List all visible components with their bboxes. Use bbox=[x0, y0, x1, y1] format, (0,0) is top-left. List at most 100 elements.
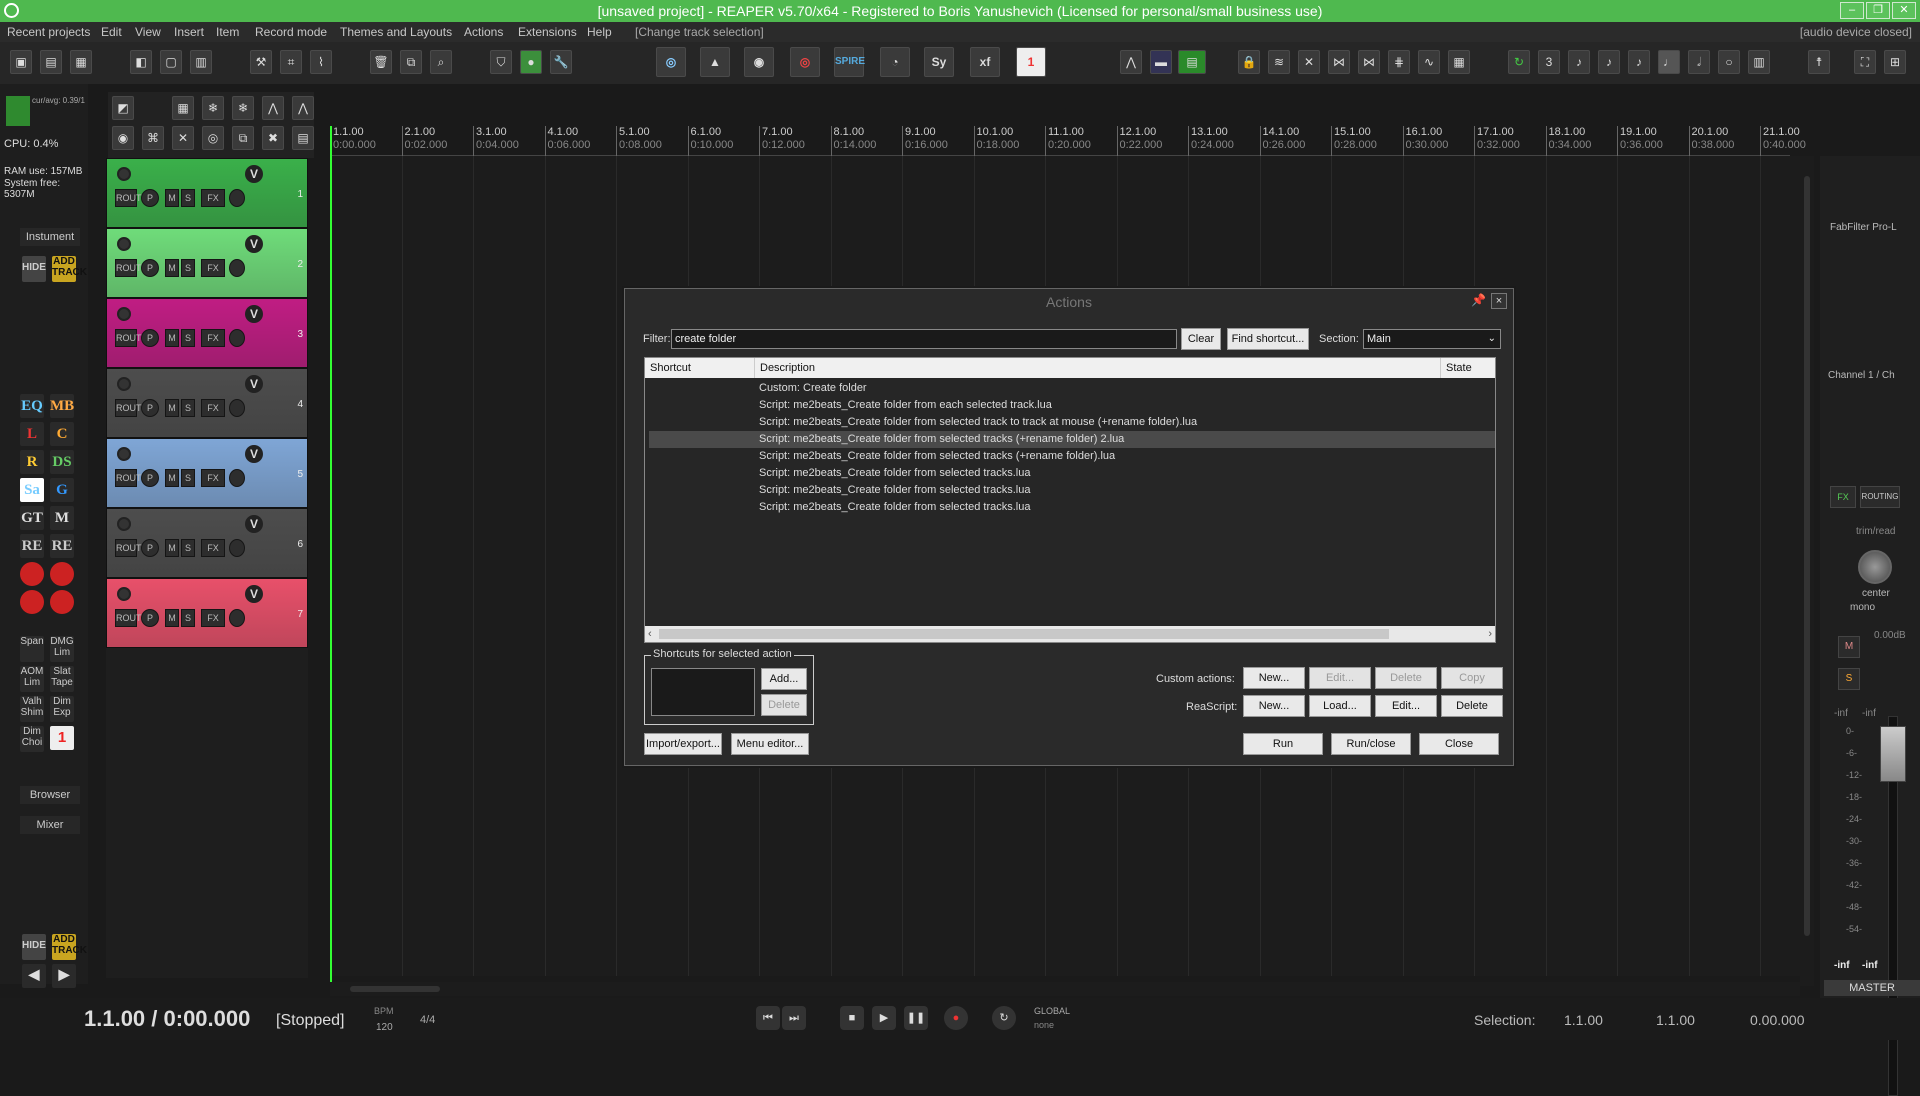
tcp-folder-icon[interactable]: ▤ bbox=[292, 126, 314, 150]
envelope-move-icon[interactable]: ⋈ bbox=[1358, 50, 1380, 74]
fx-button[interactable]: FX bbox=[1830, 486, 1856, 508]
actions-list[interactable]: Shortcut Description State Custom: Creat… bbox=[644, 357, 1496, 643]
selection-end[interactable]: 1.1.00 bbox=[1656, 1012, 1695, 1028]
project-settings-icon[interactable]: ▦ bbox=[70, 50, 92, 74]
menu-editor-button[interactable]: Menu editor... bbox=[731, 733, 809, 755]
play-icon[interactable]: ▶ bbox=[872, 1006, 896, 1030]
grid-tool-icon[interactable]: ⌗ bbox=[280, 50, 302, 74]
column-description[interactable]: Description bbox=[755, 358, 1441, 378]
phase-button[interactable]: P bbox=[141, 539, 159, 557]
reascript-new-button[interactable]: New... bbox=[1243, 695, 1305, 717]
volume-v-button[interactable]: V bbox=[245, 305, 263, 323]
fx-button[interactable]: FX bbox=[201, 189, 225, 207]
tcp-record-icon[interactable]: ◎ bbox=[202, 126, 224, 150]
route-button[interactable]: ROUTE bbox=[115, 329, 148, 347]
tcp-env2-icon[interactable]: ⋀ bbox=[292, 96, 314, 120]
open-project-icon[interactable]: ▥ bbox=[190, 50, 212, 74]
fx-button[interactable]: FX bbox=[201, 399, 225, 417]
section-select[interactable]: Main ⌄ bbox=[1363, 329, 1501, 349]
plugin-m-label[interactable]: M bbox=[50, 506, 74, 530]
search-icon[interactable]: ⌕ bbox=[430, 50, 452, 74]
plugin-one-badge[interactable]: 1 bbox=[50, 726, 74, 750]
menu-actions[interactable]: Actions bbox=[461, 22, 506, 42]
menu-insert[interactable]: Insert bbox=[171, 22, 207, 42]
ripple-icon[interactable]: ≋ bbox=[1268, 50, 1290, 74]
track-row[interactable]: V ROUTE P M S FX 2 bbox=[106, 228, 308, 298]
plugin-clock1-icon[interactable] bbox=[20, 562, 44, 586]
save-icon[interactable]: ▣ bbox=[10, 50, 32, 74]
route-button[interactable]: ROUTE bbox=[115, 259, 148, 277]
triplet-icon[interactable]: 3 bbox=[1538, 50, 1560, 74]
reascript-delete-button[interactable]: Delete bbox=[1441, 695, 1503, 717]
plugin-gt-label[interactable]: GT bbox=[20, 506, 44, 530]
mute-button[interactable]: M bbox=[165, 609, 179, 627]
arrow-right-icon[interactable]: ▶ bbox=[52, 964, 76, 988]
run-close-button[interactable]: Run/close bbox=[1331, 733, 1411, 755]
action-row[interactable]: Script: me2beats_Create folder from sele… bbox=[649, 414, 1495, 431]
plugin-valh-shim-label[interactable]: Valh Shim bbox=[20, 696, 44, 722]
menu-change-track-selection[interactable]: [Change track selection] bbox=[632, 22, 767, 42]
plugin-clock2-icon[interactable] bbox=[50, 562, 74, 586]
menu-recent-projects[interactable]: Recent projects bbox=[4, 22, 93, 42]
tcp-snow-icon[interactable]: ❄ bbox=[202, 96, 224, 120]
note-half-icon[interactable]: 𝅗𝅥 bbox=[1688, 50, 1710, 74]
plugin-slat-tape-label[interactable]: Slat Tape bbox=[50, 666, 74, 692]
stop-icon[interactable]: ■ bbox=[840, 1006, 864, 1030]
plugin-spire-icon[interactable]: SPIRE bbox=[834, 47, 865, 77]
menu-extensions[interactable]: Extensions bbox=[515, 22, 580, 42]
close-button[interactable]: Close bbox=[1419, 733, 1499, 755]
action-row[interactable]: Script: me2beats_Create folder from sele… bbox=[649, 431, 1495, 448]
trim-read-mode[interactable]: trim/read bbox=[1856, 526, 1895, 537]
action-row[interactable]: Custom: Create folder bbox=[649, 380, 1495, 397]
plugin-spectrum-icon[interactable]: ◎ bbox=[656, 47, 686, 77]
route-button[interactable]: ROUTE bbox=[115, 539, 148, 557]
grid-view-icon[interactable]: ⊞ bbox=[1884, 50, 1906, 74]
mono-toggle[interactable]: mono bbox=[1850, 602, 1875, 613]
menu-themes-layouts[interactable]: Themes and Layouts bbox=[337, 22, 455, 42]
plugin-ds-label[interactable]: DS bbox=[50, 450, 74, 474]
find-shortcut-button[interactable]: Find shortcut... bbox=[1227, 328, 1309, 350]
tcp-snow2-icon[interactable]: ❄ bbox=[232, 96, 254, 120]
track-row[interactable]: V ROUTE P M S FX 5 bbox=[106, 438, 308, 508]
list-scrollbar-thumb[interactable] bbox=[659, 629, 1389, 639]
note-quarter-icon[interactable]: ♩ bbox=[1658, 50, 1680, 74]
new-project-icon[interactable]: ▢ bbox=[160, 50, 182, 74]
solo-button[interactable]: S bbox=[181, 189, 195, 207]
loop-icon[interactable]: ↻ bbox=[1508, 50, 1530, 74]
track-row[interactable]: V ROUTE P M S FX 1 bbox=[106, 158, 308, 228]
global-automation-mode[interactable]: none bbox=[1034, 1020, 1054, 1030]
solo-button[interactable]: S bbox=[181, 609, 195, 627]
track-row[interactable]: V ROUTE P M S FX 6 bbox=[106, 508, 308, 578]
hide-button[interactable]: HIDE bbox=[22, 256, 46, 282]
waveform-icon[interactable]: ∿ bbox=[1418, 50, 1440, 74]
route-button[interactable]: ROUTE bbox=[115, 609, 148, 627]
volume-v-button[interactable]: V bbox=[245, 165, 263, 183]
column-shortcut[interactable]: Shortcut bbox=[645, 358, 755, 378]
record-arm-button[interactable] bbox=[117, 167, 131, 181]
grid-lines-icon[interactable]: ⋕ bbox=[1388, 50, 1410, 74]
volume-v-button[interactable]: V bbox=[245, 585, 263, 603]
filter-input[interactable] bbox=[671, 329, 1177, 349]
tcp-color-icon[interactable]: ▦ bbox=[172, 96, 194, 120]
arrow-left-icon[interactable]: ◀ bbox=[22, 964, 46, 988]
meter-green-icon[interactable]: ▤ bbox=[1178, 50, 1206, 74]
tcp-x-icon[interactable]: ✕ bbox=[172, 126, 194, 150]
plugin-span-label[interactable]: Span bbox=[20, 636, 44, 662]
record-arm-button[interactable] bbox=[117, 447, 131, 461]
hide-button-bottom[interactable]: HIDE bbox=[22, 934, 46, 960]
table-icon[interactable]: ▦ bbox=[1448, 50, 1470, 74]
plugin-one-icon[interactable]: 1 bbox=[1016, 47, 1046, 77]
menu-help[interactable]: Help bbox=[584, 22, 615, 42]
note-whole-icon[interactable]: ○ bbox=[1718, 50, 1740, 74]
mixer-button[interactable]: Mixer bbox=[20, 816, 80, 834]
routing-button[interactable]: ROUTING bbox=[1860, 486, 1900, 508]
go-to-end-icon[interactable]: ⏭ bbox=[782, 1006, 806, 1030]
pause-icon[interactable]: ❚❚ bbox=[904, 1006, 928, 1030]
auto-crossfade-icon[interactable]: ⋈ bbox=[1328, 50, 1350, 74]
tcp-copy-icon[interactable]: ⧉ bbox=[232, 126, 254, 150]
add-shortcut-button[interactable]: Add... bbox=[761, 668, 807, 690]
phase-button[interactable]: P bbox=[141, 469, 159, 487]
fx-button[interactable]: FX bbox=[201, 469, 225, 487]
reascript-edit-button[interactable]: Edit... bbox=[1375, 695, 1437, 717]
snap-tool-icon[interactable]: ⋀ bbox=[1120, 50, 1142, 74]
